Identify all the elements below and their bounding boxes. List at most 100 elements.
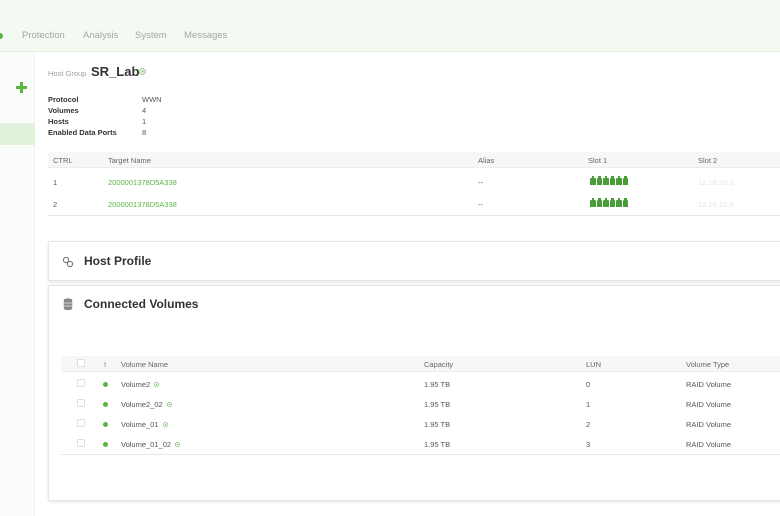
lun-cell: 3 xyxy=(586,440,591,449)
hosts-value: 1 xyxy=(142,117,147,126)
slot-1-port-icons xyxy=(590,198,628,207)
sidebar xyxy=(0,52,35,516)
row-checkbox[interactable] xyxy=(77,399,85,407)
volume-name-link[interactable]: Volume_01_02 xyxy=(121,440,171,449)
row-checkbox[interactable] xyxy=(77,379,85,387)
port-icon xyxy=(609,198,615,207)
volume-type-cell: RAID Volume xyxy=(686,440,732,449)
gear-icon[interactable] xyxy=(162,421,169,428)
port-icon xyxy=(596,176,602,185)
row-checkbox[interactable] xyxy=(77,419,85,427)
column-capacity[interactable]: Capacity xyxy=(424,360,453,369)
host-group-name: SR_Lab xyxy=(91,64,140,79)
database-icon xyxy=(63,298,73,310)
enabled-data-ports-label: Enabled Data Ports xyxy=(48,128,117,137)
port-icon xyxy=(590,198,596,207)
slot-2-cell: 12.16.10 3 xyxy=(698,200,734,209)
capacity-cell: 1.95 TB xyxy=(424,440,451,449)
port-icon xyxy=(590,176,596,185)
slot-2-cell: 12.16.10 2 xyxy=(698,178,734,187)
capacity-cell: 1.95 TB xyxy=(424,420,451,429)
port-icon xyxy=(616,198,622,207)
protocol-label: Protocol xyxy=(48,95,79,104)
port-icon xyxy=(609,176,615,185)
nav-system[interactable]: System xyxy=(135,30,167,41)
nav-analysis[interactable]: Analysis xyxy=(83,30,118,41)
status-online-icon xyxy=(103,442,108,447)
target-name-link[interactable]: 2000001378D5A338 xyxy=(108,178,177,187)
enabled-data-ports-value: 8 xyxy=(142,128,147,137)
column-slot-2[interactable]: Slot 2 xyxy=(698,156,717,165)
column-alias[interactable]: Alias xyxy=(478,156,494,165)
connected-volumes-title: Connected Volumes xyxy=(84,297,199,311)
column-slot-1[interactable]: Slot 1 xyxy=(588,156,607,165)
status-online-icon xyxy=(103,402,108,407)
slot-1-port-icons xyxy=(590,176,628,185)
ports-table-header: CTRL Target Name Alias Slot 1 Slot 2 xyxy=(48,152,780,168)
volumes-label: Volumes xyxy=(48,106,79,115)
add-host-group-plus-icon[interactable] xyxy=(16,82,27,93)
top-navigation-bar: Protection Analysis System Messages xyxy=(0,0,780,52)
lun-cell: 0 xyxy=(586,380,591,389)
column-lun[interactable]: LUN xyxy=(586,360,601,369)
protocol-value: WWN xyxy=(142,95,162,104)
volume-name-cell: Volume_01 xyxy=(121,420,169,429)
table-row: Volume_01_02 1.95 TB 3 RAID Volume xyxy=(61,434,780,454)
volume-name-link[interactable]: Volume2_02 xyxy=(121,400,163,409)
capacity-cell: 1.95 TB xyxy=(424,380,451,389)
row-checkbox[interactable] xyxy=(77,439,85,447)
alias-cell: -- xyxy=(478,178,483,187)
gear-icon[interactable] xyxy=(166,401,173,408)
volumes-value: 4 xyxy=(142,106,147,115)
port-icon xyxy=(603,198,609,207)
target-name-link[interactable]: 2000001378D5A338 xyxy=(108,200,177,209)
table-row: Volume2_02 1.95 TB 1 RAID Volume xyxy=(61,394,780,414)
column-ctrl[interactable]: CTRL xyxy=(53,156,73,165)
volume-name-cell: Volume2 xyxy=(121,380,160,389)
port-icon xyxy=(622,176,628,185)
table-row: Volume2 1.95 TB 0 RAID Volume xyxy=(61,374,780,394)
port-icon xyxy=(596,198,602,207)
connected-volumes-panel: Connected Volumes ! Volume Name Capacity… xyxy=(48,285,780,501)
lun-cell: 1 xyxy=(586,400,591,409)
volume-type-cell: RAID Volume xyxy=(686,400,732,409)
column-volume-type[interactable]: Volume Type xyxy=(686,360,729,369)
volume-name-cell: Volume2_02 xyxy=(121,400,173,409)
ports-table-divider xyxy=(48,215,780,216)
column-status[interactable]: ! xyxy=(104,360,106,369)
ctrl-cell: 1 xyxy=(53,178,58,187)
volumes-table-header: ! Volume Name Capacity LUN Volume Type xyxy=(61,356,780,372)
link-icon xyxy=(62,256,74,268)
sidebar-item-selected[interactable] xyxy=(0,123,35,145)
port-icon xyxy=(622,198,628,207)
table-row: 1 2000001378D5A338 -- 12.16.10 2 xyxy=(48,172,780,192)
status-online-icon xyxy=(103,382,108,387)
host-group-label: Host Group xyxy=(48,69,87,78)
host-profile-title: Host Profile xyxy=(84,254,152,268)
volume-name-link[interactable]: Volume_01 xyxy=(121,420,159,429)
select-all-checkbox[interactable] xyxy=(77,359,85,367)
table-row: Volume_01 1.95 TB 2 RAID Volume xyxy=(61,414,780,434)
alias-cell: -- xyxy=(478,200,483,209)
volumes-table-divider xyxy=(61,454,780,455)
host-profile-panel[interactable]: Host Profile xyxy=(48,241,780,281)
port-icon xyxy=(616,176,622,185)
nav-messages[interactable]: Messages xyxy=(184,30,227,41)
ctrl-cell: 2 xyxy=(53,200,58,209)
volume-name-cell: Volume_01_02 xyxy=(121,440,181,449)
port-icon xyxy=(603,176,609,185)
column-volume-name[interactable]: Volume Name xyxy=(121,360,168,369)
volume-type-cell: RAID Volume xyxy=(686,380,732,389)
hosts-label: Hosts xyxy=(48,117,69,126)
status-online-icon xyxy=(103,422,108,427)
gear-icon[interactable] xyxy=(138,67,147,76)
capacity-cell: 1.95 TB xyxy=(424,400,451,409)
volume-name-link[interactable]: Volume2 xyxy=(121,380,150,389)
column-target-name[interactable]: Target Name xyxy=(108,156,151,165)
nav-protection[interactable]: Protection xyxy=(22,30,65,41)
lun-cell: 2 xyxy=(586,420,591,429)
gear-icon[interactable] xyxy=(153,381,160,388)
volume-type-cell: RAID Volume xyxy=(686,420,732,429)
active-nav-indicator xyxy=(0,33,3,39)
gear-icon[interactable] xyxy=(174,441,181,448)
